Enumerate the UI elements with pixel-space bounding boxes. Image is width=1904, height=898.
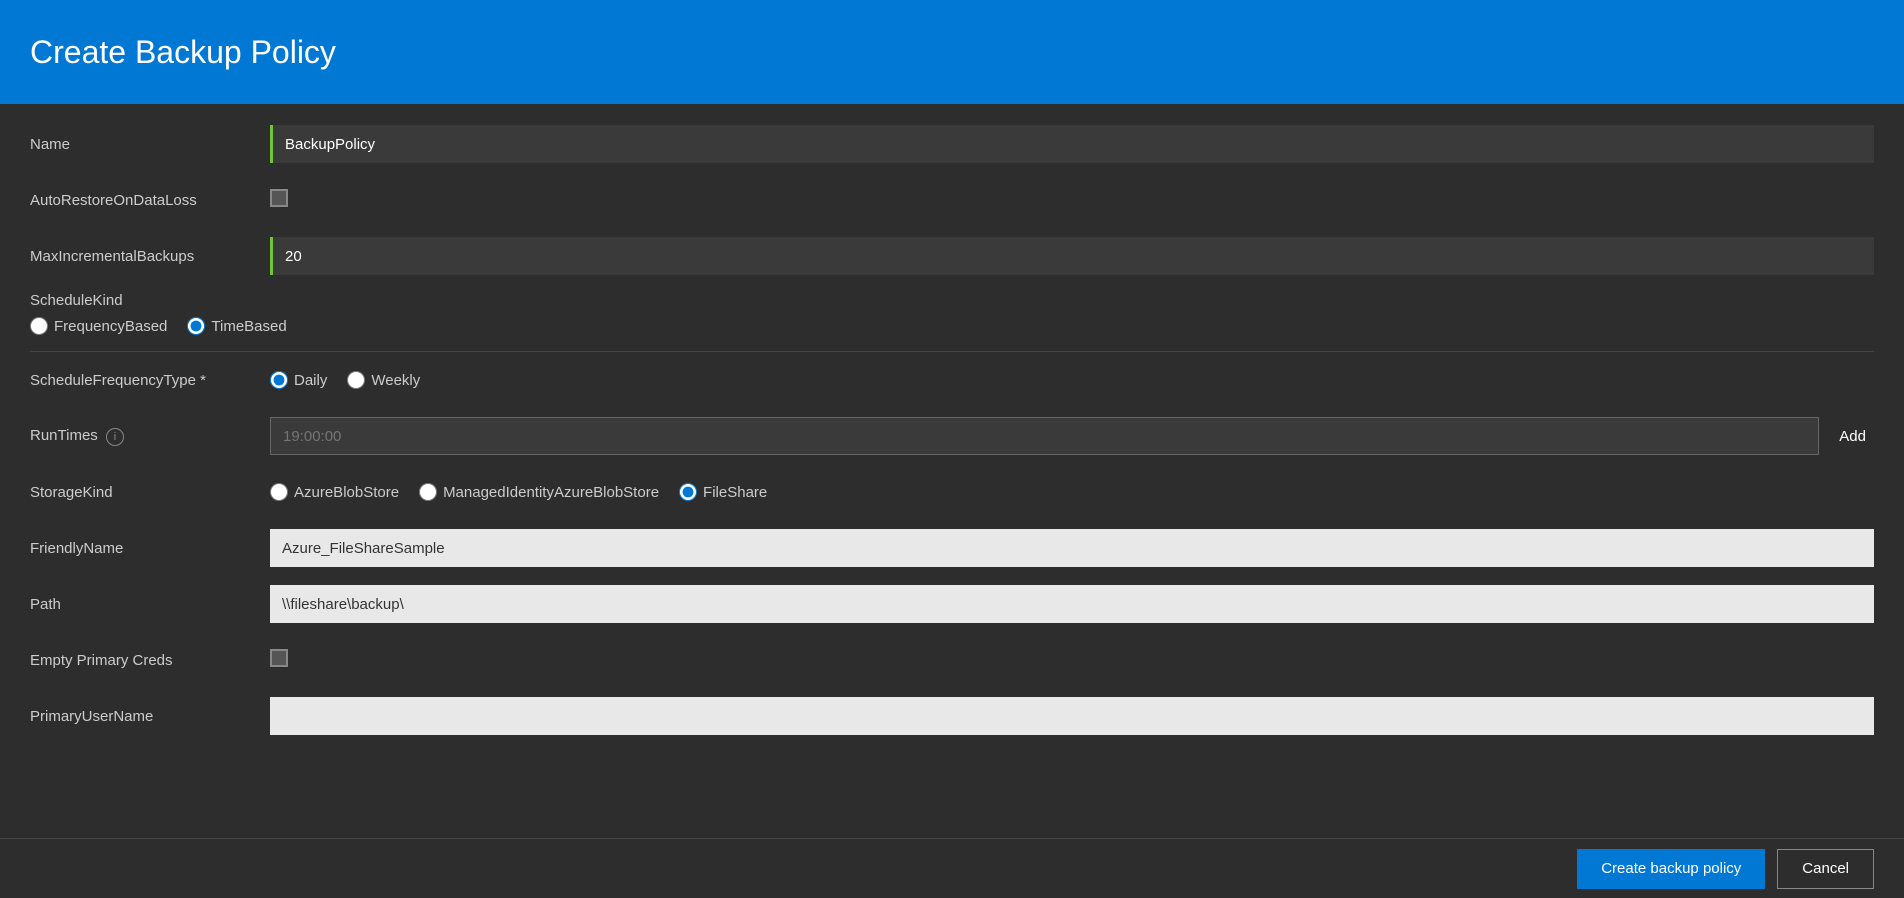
managed-identity-radio[interactable]: [419, 483, 437, 501]
schedule-kind-label: ScheduleKind: [30, 292, 1874, 309]
page-title: Create Backup Policy: [30, 34, 336, 71]
auto-restore-field: [270, 189, 1874, 212]
azure-blob-radio[interactable]: [270, 483, 288, 501]
file-share-radio[interactable]: [679, 483, 697, 501]
managed-identity-label: ManagedIdentityAzureBlobStore: [443, 484, 659, 501]
name-field: [270, 125, 1874, 163]
page-header: Create Backup Policy: [0, 0, 1904, 104]
empty-primary-creds-row: Empty Primary Creds: [30, 640, 1874, 680]
frequency-based-radio[interactable]: [30, 317, 48, 335]
path-label: Path: [30, 596, 270, 613]
path-input[interactable]: [270, 585, 1874, 623]
schedule-frequency-label: ScheduleFrequencyType *: [30, 372, 270, 389]
friendly-name-row: FriendlyName: [30, 528, 1874, 568]
storage-kind-row: StorageKind AzureBlobStore ManagedIdenti…: [30, 472, 1874, 512]
footer: Create backup policy Cancel: [0, 838, 1904, 898]
runtimes-field: Add: [270, 417, 1874, 455]
divider-1: [30, 351, 1874, 352]
daily-label: Daily: [294, 372, 327, 389]
name-label: Name: [30, 136, 270, 153]
form-content: Name AutoRestoreOnDataLoss MaxIncrementa…: [0, 104, 1904, 838]
schedule-frequency-row: ScheduleFrequencyType * Daily Weekly: [30, 360, 1874, 400]
name-input[interactable]: [270, 125, 1874, 163]
file-share-option[interactable]: FileShare: [679, 483, 767, 501]
time-based-radio[interactable]: [187, 317, 205, 335]
name-row: Name: [30, 124, 1874, 164]
primary-username-row: PrimaryUserName: [30, 696, 1874, 736]
runtimes-input[interactable]: [270, 417, 1819, 455]
runtimes-info-icon[interactable]: i: [106, 428, 124, 446]
storage-kind-group: AzureBlobStore ManagedIdentityAzureBlobS…: [270, 483, 1874, 501]
empty-primary-creds-label: Empty Primary Creds: [30, 652, 270, 669]
max-incremental-input[interactable]: [270, 237, 1874, 275]
managed-identity-option[interactable]: ManagedIdentityAzureBlobStore: [419, 483, 659, 501]
schedule-kind-row: ScheduleKind FrequencyBased TimeBased: [30, 292, 1874, 335]
empty-primary-creds-checkbox[interactable]: [270, 649, 288, 667]
max-incremental-field: [270, 237, 1874, 275]
frequency-type-group: Daily Weekly: [270, 371, 1874, 389]
azure-blob-label: AzureBlobStore: [294, 484, 399, 501]
frequency-based-option[interactable]: FrequencyBased: [30, 317, 167, 335]
azure-blob-option[interactable]: AzureBlobStore: [270, 483, 399, 501]
friendly-name-input[interactable]: [270, 529, 1874, 567]
friendly-name-field: [270, 529, 1874, 567]
runtimes-row: RunTimes i Add: [30, 416, 1874, 456]
file-share-label: FileShare: [703, 484, 767, 501]
primary-username-field: [270, 697, 1874, 735]
max-incremental-label: MaxIncrementalBackups: [30, 248, 270, 265]
auto-restore-label: AutoRestoreOnDataLoss: [30, 192, 270, 209]
weekly-option[interactable]: Weekly: [347, 371, 420, 389]
daily-option[interactable]: Daily: [270, 371, 327, 389]
time-based-option[interactable]: TimeBased: [187, 317, 286, 335]
primary-username-input[interactable]: [270, 697, 1874, 735]
friendly-name-label: FriendlyName: [30, 540, 270, 557]
runtimes-label: RunTimes i: [30, 427, 270, 446]
schedule-kind-group: FrequencyBased TimeBased: [30, 317, 1874, 335]
primary-username-label: PrimaryUserName: [30, 708, 270, 725]
auto-restore-checkbox[interactable]: [270, 189, 288, 207]
weekly-label: Weekly: [371, 372, 420, 389]
max-incremental-row: MaxIncrementalBackups: [30, 236, 1874, 276]
schedule-frequency-field: Daily Weekly: [270, 371, 1874, 389]
storage-kind-field: AzureBlobStore ManagedIdentityAzureBlobS…: [270, 483, 1874, 501]
path-row: Path: [30, 584, 1874, 624]
weekly-radio[interactable]: [347, 371, 365, 389]
create-backup-policy-button[interactable]: Create backup policy: [1577, 849, 1765, 889]
auto-restore-row: AutoRestoreOnDataLoss: [30, 180, 1874, 220]
path-field: [270, 585, 1874, 623]
time-based-label: TimeBased: [211, 318, 286, 335]
daily-radio[interactable]: [270, 371, 288, 389]
storage-kind-label: StorageKind: [30, 484, 270, 501]
cancel-button[interactable]: Cancel: [1777, 849, 1874, 889]
empty-primary-creds-field: [270, 649, 1874, 672]
add-runtime-button[interactable]: Add: [1831, 424, 1874, 449]
frequency-based-label: FrequencyBased: [54, 318, 167, 335]
